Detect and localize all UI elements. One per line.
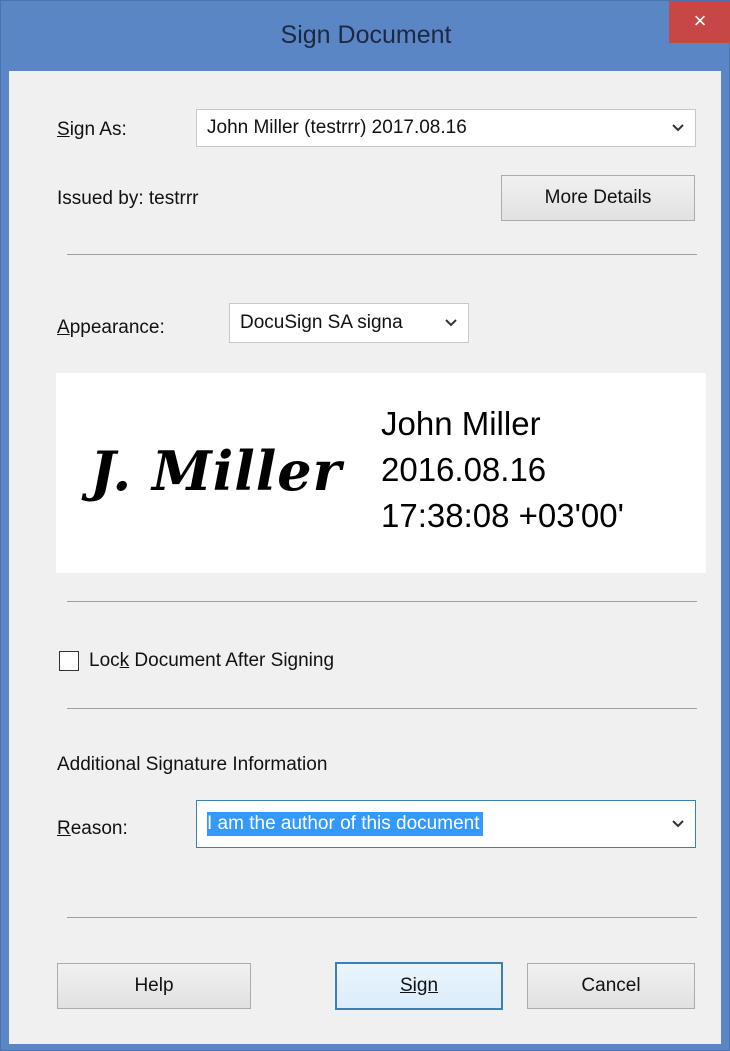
sign-label: Sign	[399, 975, 439, 996]
dialog-body: Sign As: John Miller (testrrr) 2017.08.1…	[9, 71, 721, 1044]
sign-as-label: Sign As:	[57, 119, 127, 140]
appearance-select[interactable]: DocuSign SA signa	[229, 303, 469, 343]
lock-document-label[interactable]: Lock Document After Signing	[89, 650, 334, 672]
lock-document-checkbox[interactable]	[59, 651, 79, 671]
cancel-label: Cancel	[581, 975, 641, 996]
reason-select[interactable]: I am the author of this document	[196, 800, 696, 848]
reason-value[interactable]: I am the author of this document	[207, 812, 483, 836]
reason-label: Reason:	[57, 818, 128, 839]
title-bar[interactable]: Sign Document ×	[1, 1, 730, 71]
sign-document-dialog: Sign Document × Sign As: John Miller (te…	[0, 0, 730, 1051]
appearance-label-rest: ppearance:	[69, 317, 165, 338]
more-details-button[interactable]: More Details	[501, 175, 695, 221]
sign-as-label-rest: ign As:	[69, 119, 127, 140]
reason-label-rest: eason:	[70, 818, 128, 839]
more-details-label: More Details	[544, 187, 652, 208]
help-button[interactable]: Help	[57, 963, 251, 1009]
signature-time: 17:38:08 +03'00'	[381, 497, 624, 534]
signature-date: 2016.08.16	[381, 451, 547, 488]
separator	[67, 708, 697, 709]
cancel-button[interactable]: Cancel	[527, 963, 695, 1009]
help-label: Help	[134, 975, 174, 996]
signature-details: John Miller 2016.08.16 17:38:08 +03'00'	[381, 401, 624, 539]
separator	[67, 917, 697, 918]
issued-by-text: Issued by: testrrr	[57, 188, 199, 209]
separator	[67, 601, 697, 602]
appearance-value: DocuSign SA signa	[240, 312, 403, 333]
appearance-label: Appearance:	[57, 317, 165, 338]
signature-preview: J. Miller John Miller 2016.08.16 17:38:0…	[56, 373, 706, 573]
close-icon: ×	[693, 8, 707, 33]
chevron-down-icon	[669, 801, 687, 847]
dialog-title: Sign Document	[280, 21, 452, 49]
signature-name: John Miller	[381, 405, 541, 442]
lock-document-label-rest: Document After Signing	[129, 650, 335, 671]
close-button[interactable]: ×	[669, 1, 730, 43]
chevron-down-icon	[669, 110, 687, 146]
chevron-down-icon	[442, 304, 460, 342]
additional-info-heading: Additional Signature Information	[57, 754, 328, 775]
sign-as-value: John Miller (testrrr) 2017.08.16	[207, 117, 467, 138]
separator	[67, 254, 697, 255]
sign-as-select[interactable]: John Miller (testrrr) 2017.08.16	[196, 109, 696, 147]
sign-button[interactable]: Sign	[335, 962, 503, 1010]
signature-script: J. Miller	[90, 439, 343, 503]
